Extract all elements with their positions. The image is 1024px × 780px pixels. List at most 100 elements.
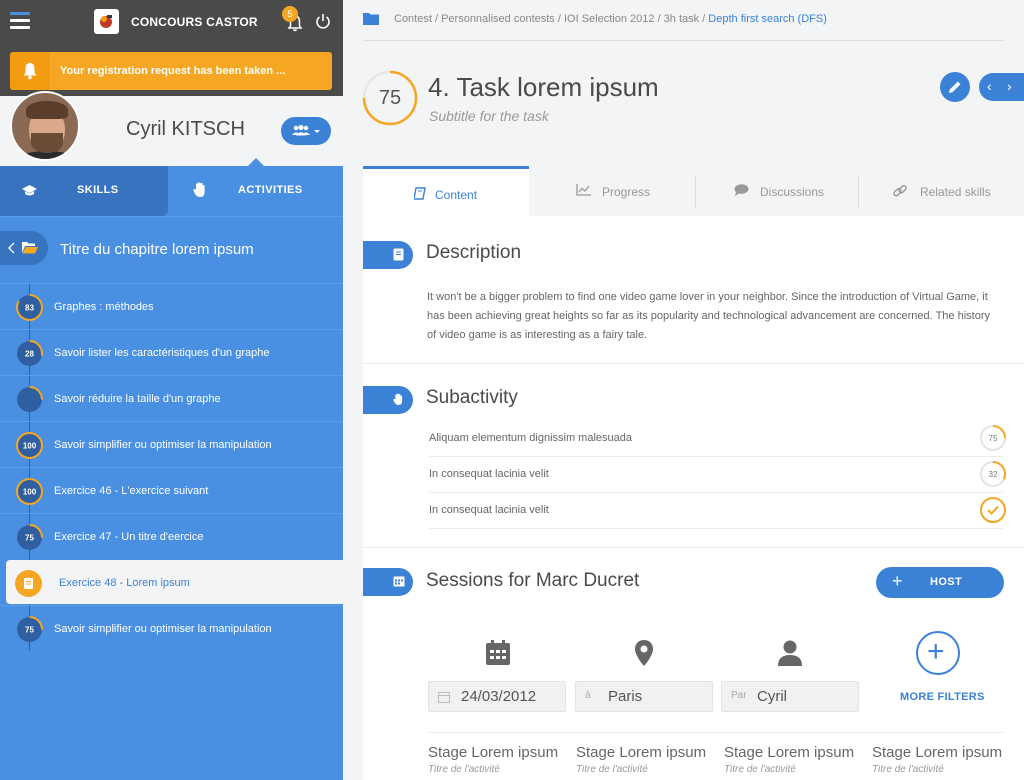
tab-content-label: Content bbox=[435, 188, 478, 202]
stage-subtitle: Titre de l'activité bbox=[872, 764, 944, 775]
calendar-icon bbox=[393, 576, 405, 587]
by-prefix: Par bbox=[731, 690, 747, 701]
list-item-label: Exercice 46 - L'exercice suivant bbox=[54, 485, 209, 497]
calendar-icon bbox=[438, 692, 450, 703]
chapter-header: Titre du chapitre lorem ipsum bbox=[0, 216, 343, 282]
menu-icon[interactable] bbox=[10, 12, 30, 30]
score-ring: 75 bbox=[16, 524, 43, 551]
list-item[interactable]: 100 Exercice 46 - L'exercice suivant bbox=[0, 467, 343, 513]
list-item[interactable]: Savoir réduire la taille d'un graphe bbox=[0, 375, 343, 421]
list-item-label: Savoir simplifier ou optimiser la manipu… bbox=[54, 439, 272, 451]
stage-title: Stage Lorem ipsum bbox=[872, 744, 1003, 761]
breadcrumb-current[interactable]: Depth first search (DFS) bbox=[708, 13, 827, 25]
date-field[interactable]: 24/03/2012 bbox=[428, 681, 566, 712]
tab-activities[interactable]: ACTIVITIES bbox=[168, 158, 343, 216]
tab-discussions[interactable]: Discussions bbox=[695, 166, 858, 216]
user-profile: Cyril KITSCH bbox=[0, 91, 343, 166]
tab-progress[interactable]: Progress bbox=[529, 166, 695, 216]
subactivity-label: Aliquam elementum dignissim malesuada bbox=[429, 432, 632, 444]
list-item[interactable]: 83 Graphes : méthodes bbox=[0, 283, 343, 329]
stage-item[interactable]: Stage Lorem ipsum Titre de l'activité bbox=[428, 744, 568, 775]
score-ring: 32 bbox=[980, 461, 1006, 487]
stage-title: Stage Lorem ipsum bbox=[576, 744, 707, 761]
list-item-label: Savoir lister les caractéristiques d'un … bbox=[54, 347, 270, 359]
notification-badge: 5 bbox=[282, 6, 298, 22]
chevron-right-icon[interactable]: › bbox=[1007, 78, 1012, 94]
score-value: 100 bbox=[23, 488, 37, 497]
stage-title: Stage Lorem ipsum bbox=[724, 744, 855, 761]
content-panel: Description It won't be a bigger problem… bbox=[363, 216, 1024, 780]
host-label: HOST bbox=[930, 576, 963, 588]
list-item[interactable]: 75 Exercice 47 - Un titre d'eercice bbox=[0, 513, 343, 559]
stage-item[interactable]: Stage Lorem ipsum Titre de l'activité bbox=[872, 744, 1012, 775]
host-button[interactable]: + HOST bbox=[876, 567, 1004, 598]
user-field[interactable]: Par Cyril bbox=[721, 681, 859, 712]
score-value: 100 bbox=[23, 442, 37, 451]
tab-progress-label: Progress bbox=[602, 185, 651, 199]
subactivity-row[interactable]: Aliquam elementum dignissim malesuada 75 bbox=[429, 421, 1006, 457]
prev-next-nav: ‹ › bbox=[979, 73, 1024, 101]
speech-bubble-icon bbox=[734, 184, 749, 196]
list-item-label: Savoir réduire la taille d'un graphe bbox=[54, 393, 221, 405]
groups-dropdown-button[interactable] bbox=[281, 117, 331, 145]
subactivity-row[interactable]: In consequat lacinia velit 32 bbox=[429, 457, 1006, 493]
top-bar: CONCOURS CASTOR 5 bbox=[0, 0, 343, 44]
score-ring: 100 bbox=[16, 478, 43, 505]
list-item[interactable]: 100 Savoir simplifier ou optimiser la man… bbox=[0, 421, 343, 467]
tab-content[interactable]: Content bbox=[363, 166, 529, 216]
breadcrumb-path[interactable]: Contest / Personnalised contests / IOI S… bbox=[394, 13, 708, 25]
date-value: 24/03/2012 bbox=[461, 688, 537, 705]
more-filters-label[interactable]: MORE FILTERS bbox=[900, 691, 985, 703]
by-value: Cyril bbox=[757, 688, 787, 705]
divider bbox=[363, 40, 1003, 41]
book-icon bbox=[414, 187, 426, 200]
link-icon bbox=[893, 185, 907, 197]
tab-related-skills-label: Related skills bbox=[920, 185, 991, 199]
description-badge bbox=[363, 241, 413, 269]
edit-button[interactable] bbox=[940, 72, 970, 102]
sessions-title: Sessions for Marc Ducret bbox=[426, 570, 640, 591]
book-icon bbox=[15, 570, 42, 597]
score-ring bbox=[16, 386, 43, 413]
users-icon bbox=[292, 125, 320, 136]
place-field[interactable]: à Paris bbox=[575, 681, 713, 712]
score-value: 32 bbox=[989, 470, 998, 479]
tab-skills[interactable]: SKILLS bbox=[0, 166, 168, 216]
stage-subtitle: Titre de l'activité bbox=[428, 764, 500, 775]
stage-subtitle: Titre de l'activité bbox=[576, 764, 648, 775]
power-icon[interactable] bbox=[315, 13, 331, 29]
registration-banner[interactable]: Your registration request has been taken… bbox=[10, 52, 332, 90]
task-title: 4. Task lorem ipsum bbox=[428, 72, 659, 102]
subactivity-badge bbox=[363, 386, 413, 414]
list-item[interactable]: 75 Savoir simplifier ou optimiser la mani… bbox=[0, 605, 343, 651]
score-ring: 75 bbox=[16, 616, 43, 643]
description-title: Description bbox=[426, 242, 522, 263]
stage-item[interactable]: Stage Lorem ipsum Titre de l'activité bbox=[724, 744, 864, 775]
stage-subtitle: Titre de l'activité bbox=[724, 764, 796, 775]
sidebar: CONCOURS CASTOR 5 Your registration requ… bbox=[0, 0, 343, 780]
hand-icon bbox=[193, 182, 205, 197]
tab-related-skills[interactable]: Related skills bbox=[858, 166, 1024, 216]
chapter-back-button[interactable] bbox=[0, 231, 48, 265]
stage-item[interactable]: Stage Lorem ipsum Titre de l'activité bbox=[576, 744, 716, 775]
chevron-left-icon[interactable]: ‹ bbox=[987, 78, 992, 94]
user-icon bbox=[778, 640, 802, 666]
list-item[interactable]: Exercice 48 - Lorem ipsum bbox=[6, 560, 343, 604]
place-value: Paris bbox=[608, 688, 643, 705]
sessions-badge bbox=[363, 568, 413, 596]
book-icon bbox=[393, 248, 404, 261]
plus-icon: + bbox=[927, 635, 945, 668]
task-subtitle: Subtitle for the task bbox=[429, 108, 549, 124]
subactivity-label: In consequat lacinia velit bbox=[429, 468, 549, 480]
folder-open-icon bbox=[22, 242, 38, 254]
list-item-label: Exercice 47 - Un titre d'eercice bbox=[54, 531, 204, 543]
more-filters-button[interactable]: + bbox=[916, 631, 960, 675]
list-item[interactable]: 28 Savoir lister les caractéristiques d'u… bbox=[0, 329, 343, 375]
score-value: 75 bbox=[25, 534, 34, 543]
pencil-icon bbox=[949, 81, 961, 93]
bell-icon bbox=[10, 52, 50, 90]
score-ring: 28 bbox=[16, 340, 43, 367]
tab-activities-label: ACTIVITIES bbox=[238, 184, 303, 196]
subactivity-row[interactable]: In consequat lacinia velit bbox=[429, 493, 1006, 529]
avatar[interactable] bbox=[10, 91, 80, 161]
